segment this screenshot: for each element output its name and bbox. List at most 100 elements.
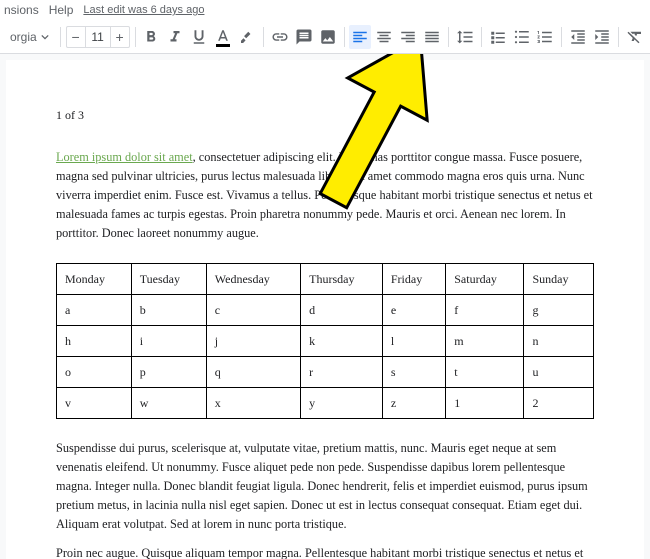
table-cell[interactable]: l bbox=[382, 326, 445, 357]
table-header-cell[interactable]: Sunday bbox=[524, 264, 594, 295]
font-family-label: orgia bbox=[10, 30, 37, 44]
table-header-cell[interactable]: Monday bbox=[57, 264, 132, 295]
decrease-indent-icon bbox=[569, 28, 587, 46]
align-right-button[interactable] bbox=[397, 25, 419, 49]
italic-icon bbox=[166, 28, 184, 46]
table-cell[interactable]: f bbox=[446, 295, 524, 326]
insert-image-button[interactable] bbox=[317, 25, 339, 49]
table-header-cell[interactable]: Saturday bbox=[446, 264, 524, 295]
italic-button[interactable] bbox=[164, 25, 186, 49]
table-cell[interactable]: k bbox=[301, 326, 383, 357]
document-canvas: 1 of 3 Lorem ipsum dolor sit amet, conse… bbox=[0, 54, 650, 559]
font-family-select[interactable]: orgia bbox=[4, 30, 55, 44]
underline-icon bbox=[190, 28, 208, 46]
chevron-down-icon bbox=[41, 33, 49, 41]
table-cell[interactable]: u bbox=[524, 357, 594, 388]
paragraph-3: Proin nec augue. Quisque aliquam tempor … bbox=[56, 544, 594, 559]
table-header-cell[interactable]: Tuesday bbox=[131, 264, 206, 295]
separator bbox=[263, 27, 264, 47]
table-cell[interactable]: 2 bbox=[524, 388, 594, 419]
align-justify-button[interactable] bbox=[421, 25, 443, 49]
comment-icon bbox=[295, 28, 313, 46]
numbered-list-button[interactable] bbox=[534, 25, 556, 49]
table-header-cell[interactable]: Friday bbox=[382, 264, 445, 295]
table-row: h i j k l m n bbox=[57, 326, 594, 357]
decrease-indent-button[interactable] bbox=[567, 25, 589, 49]
decrease-font-button[interactable]: − bbox=[67, 27, 85, 47]
table-cell[interactable]: w bbox=[131, 388, 206, 419]
table-cell[interactable]: 1 bbox=[446, 388, 524, 419]
align-right-icon bbox=[399, 28, 417, 46]
separator bbox=[60, 27, 61, 47]
paragraph-2: Suspendisse dui purus, scelerisque at, v… bbox=[56, 439, 594, 534]
highlight-button[interactable] bbox=[236, 25, 258, 49]
line-spacing-icon bbox=[456, 28, 474, 46]
add-comment-button[interactable] bbox=[293, 25, 315, 49]
table-cell[interactable]: h bbox=[57, 326, 132, 357]
underline-button[interactable] bbox=[188, 25, 210, 49]
table-header-cell[interactable]: Thursday bbox=[301, 264, 383, 295]
weekday-table[interactable]: Monday Tuesday Wednesday Thursday Friday… bbox=[56, 263, 594, 419]
align-center-icon bbox=[375, 28, 393, 46]
clear-formatting-button[interactable] bbox=[624, 25, 646, 49]
align-left-button[interactable] bbox=[349, 25, 371, 49]
table-cell[interactable]: r bbox=[301, 357, 383, 388]
table-cell[interactable]: x bbox=[206, 388, 300, 419]
link-icon bbox=[271, 28, 289, 46]
table-cell[interactable]: n bbox=[524, 326, 594, 357]
checklist-icon bbox=[489, 28, 507, 46]
menubar: nsions Help Last edit was 6 days ago bbox=[0, 0, 650, 20]
image-icon bbox=[319, 28, 337, 46]
separator bbox=[561, 27, 562, 47]
text-color-icon bbox=[214, 28, 232, 46]
table-row: v w x y z 1 2 bbox=[57, 388, 594, 419]
document-page[interactable]: 1 of 3 Lorem ipsum dolor sit amet, conse… bbox=[6, 60, 644, 559]
toolbar: orgia − 11 + bbox=[0, 20, 650, 54]
table-cell[interactable]: v bbox=[57, 388, 132, 419]
table-cell[interactable]: o bbox=[57, 357, 132, 388]
bold-button[interactable] bbox=[141, 25, 163, 49]
table-cell[interactable]: p bbox=[131, 357, 206, 388]
font-size-control: − 11 + bbox=[66, 26, 130, 48]
separator bbox=[135, 27, 136, 47]
menu-extensions[interactable]: nsions bbox=[4, 3, 39, 17]
menu-help[interactable]: Help bbox=[49, 3, 74, 17]
table-cell[interactable]: a bbox=[57, 295, 132, 326]
align-left-icon bbox=[351, 28, 369, 46]
align-center-button[interactable] bbox=[373, 25, 395, 49]
table-row: a b c d e f g bbox=[57, 295, 594, 326]
table-cell[interactable]: b bbox=[131, 295, 206, 326]
table-cell[interactable]: z bbox=[382, 388, 445, 419]
separator bbox=[448, 27, 449, 47]
highlight-icon bbox=[238, 28, 256, 46]
paragraph-1: Lorem ipsum dolor sit amet, consectetuer… bbox=[56, 148, 594, 243]
checklist-button[interactable] bbox=[487, 25, 509, 49]
align-justify-icon bbox=[423, 28, 441, 46]
table-header-cell[interactable]: Wednesday bbox=[206, 264, 300, 295]
table-cell[interactable]: y bbox=[301, 388, 383, 419]
table-cell[interactable]: m bbox=[446, 326, 524, 357]
insert-link-button[interactable] bbox=[269, 25, 291, 49]
table-cell[interactable]: j bbox=[206, 326, 300, 357]
table-cell[interactable]: t bbox=[446, 357, 524, 388]
table-row: o p q r s t u bbox=[57, 357, 594, 388]
increase-indent-icon bbox=[593, 28, 611, 46]
font-size-value[interactable]: 11 bbox=[85, 27, 111, 47]
table-cell[interactable]: i bbox=[131, 326, 206, 357]
bold-icon bbox=[142, 28, 160, 46]
table-cell[interactable]: s bbox=[382, 357, 445, 388]
bulleted-list-button[interactable] bbox=[511, 25, 533, 49]
line-spacing-button[interactable] bbox=[454, 25, 476, 49]
increase-indent-button[interactable] bbox=[591, 25, 613, 49]
table-cell[interactable]: c bbox=[206, 295, 300, 326]
numbered-list-icon bbox=[536, 28, 554, 46]
table-cell[interactable]: e bbox=[382, 295, 445, 326]
increase-font-button[interactable]: + bbox=[111, 27, 129, 47]
clear-format-icon bbox=[626, 28, 644, 46]
text-color-button[interactable] bbox=[212, 25, 234, 49]
table-cell[interactable]: d bbox=[301, 295, 383, 326]
table-cell[interactable]: g bbox=[524, 295, 594, 326]
table-cell[interactable]: q bbox=[206, 357, 300, 388]
last-edit-info[interactable]: Last edit was 6 days ago bbox=[83, 4, 204, 16]
document-link[interactable]: Lorem ipsum dolor sit amet bbox=[56, 150, 193, 164]
